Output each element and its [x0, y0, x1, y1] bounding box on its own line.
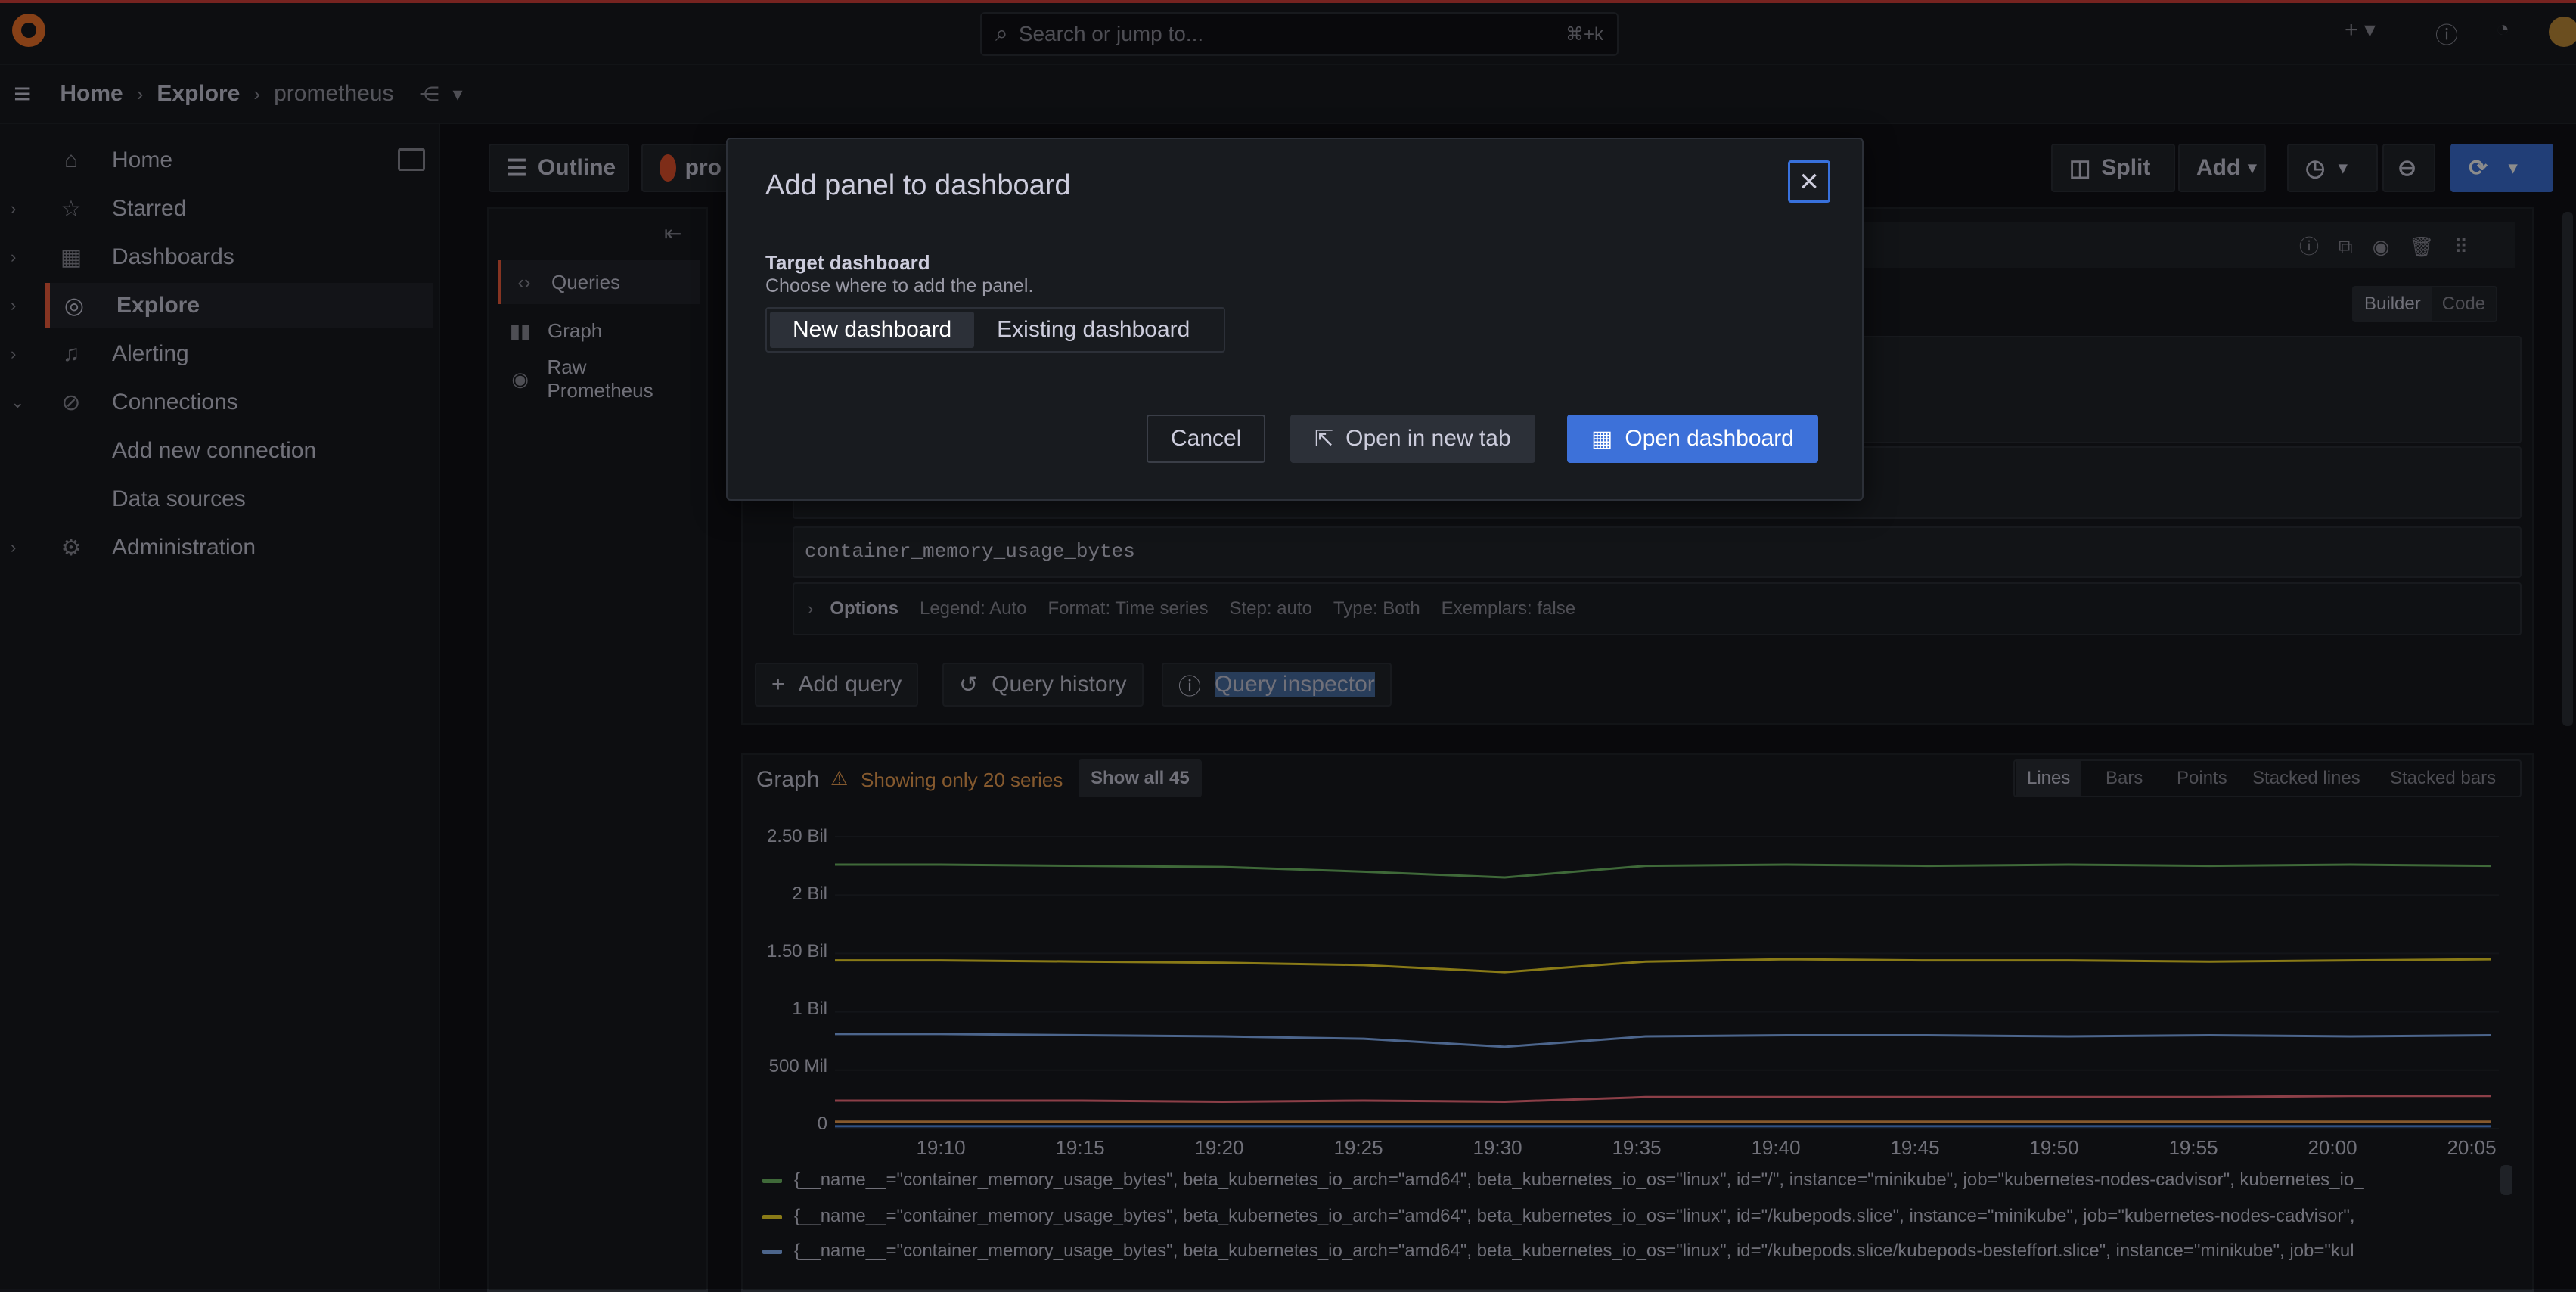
new-dashboard-option[interactable]: New dashboard	[770, 312, 975, 348]
apps-icon: ▦	[1591, 426, 1613, 452]
modal-title: Add panel to dashboard	[765, 169, 1071, 201]
open-dashboard-label: Open dashboard	[1625, 426, 1794, 451]
cancel-label: Cancel	[1171, 426, 1242, 451]
open-dashboard-button[interactable]: ▦ Open dashboard	[1567, 415, 1818, 463]
target-dashboard-description: Choose where to add the panel.	[765, 275, 1034, 297]
add-panel-modal: Add panel to dashboard × Target dashboar…	[726, 138, 1864, 501]
target-dashboard-radio-group: New dashboard Existing dashboard	[765, 307, 1225, 353]
open-in-new-tab-button[interactable]: ⇱ Open in new tab	[1290, 415, 1535, 463]
external-link-icon: ⇱	[1314, 426, 1334, 452]
target-dashboard-label: Target dashboard	[765, 251, 930, 274]
existing-dashboard-option[interactable]: Existing dashboard	[974, 312, 1212, 348]
open-in-new-tab-label: Open in new tab	[1345, 426, 1511, 451]
close-icon: ×	[1799, 163, 1819, 200]
cancel-button[interactable]: Cancel	[1147, 415, 1266, 463]
close-button[interactable]: ×	[1788, 160, 1830, 203]
